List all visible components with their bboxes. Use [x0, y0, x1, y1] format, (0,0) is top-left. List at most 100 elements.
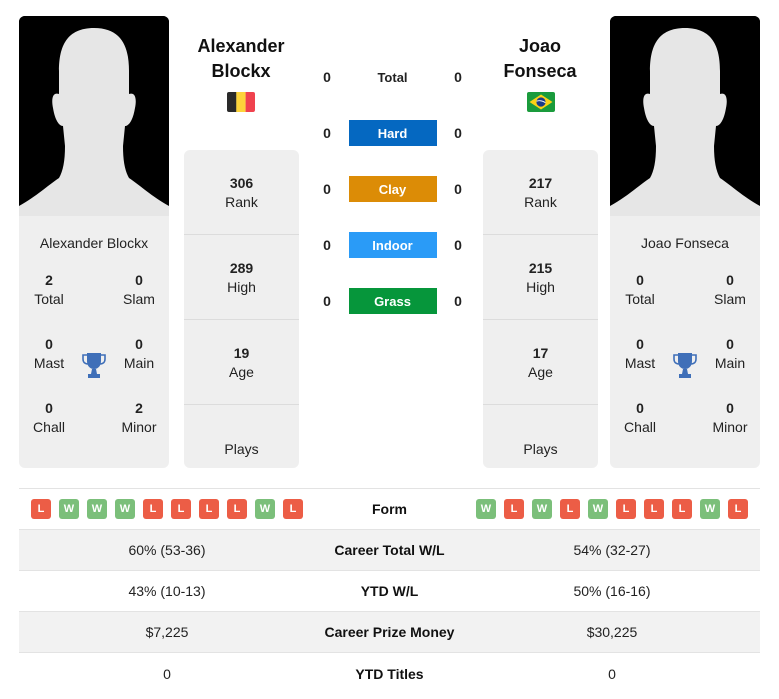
player1-titles-main: 0 Main	[109, 335, 169, 399]
form-badge-win[interactable]: W	[532, 499, 552, 519]
player1-titles-total: 2 Total	[19, 271, 79, 335]
player1-info-card: 306 Rank 289 High 19 Age Plays	[184, 150, 299, 468]
player2-first-name: Joao	[518, 36, 561, 56]
label: Chall	[33, 419, 65, 435]
player1-career-wl: 60% (53-36)	[128, 542, 206, 558]
value: 289	[229, 260, 254, 276]
form-badge-loss[interactable]: L	[616, 499, 636, 519]
player2-titles-slam: 0 Slam	[700, 271, 760, 335]
player1-first-name: Alexander	[197, 36, 285, 56]
player2-profile-card: Joao Fonseca 0 Total 0 Slam 0 Mast 0 Main 0 C…	[610, 16, 760, 468]
form-badge-loss[interactable]: L	[672, 499, 692, 519]
label: Rank	[225, 194, 258, 210]
trophy-icon	[673, 353, 697, 378]
form-badge-loss[interactable]: L	[644, 499, 664, 519]
player1-form: LWWWLLLLWL	[19, 499, 315, 519]
player1-titles-mast: 0 Mast	[19, 335, 79, 399]
player1-full-name: Alexander Blockx	[39, 235, 149, 251]
form-badge-win[interactable]: W	[476, 499, 496, 519]
form-badge-win[interactable]: W	[588, 499, 608, 519]
career-wl-label: Career Total W/L	[334, 542, 445, 558]
value: 215	[528, 260, 553, 276]
h2h-row-grass: 0 Grass 0	[310, 288, 475, 314]
value: 2	[45, 272, 53, 288]
surface-button-grass[interactable]: Grass	[348, 288, 437, 314]
player1-titles-chall: 0 Chall	[19, 399, 79, 463]
form-badge-loss[interactable]: L	[227, 499, 247, 519]
player1-photo[interactable]	[19, 16, 169, 216]
label: Main	[714, 355, 746, 371]
value: 0	[636, 400, 644, 416]
form-badge-loss[interactable]: L	[31, 499, 51, 519]
label: Slam	[123, 291, 155, 307]
form-badge-win[interactable]: W	[700, 499, 720, 519]
value: 0	[726, 400, 734, 416]
player1-h2h-count: 0	[323, 125, 331, 141]
player2-form: WLWLWLLLWL	[464, 499, 760, 519]
player2-name-link[interactable]: Joao Fonseca	[480, 34, 600, 84]
form-badge-loss[interactable]: L	[560, 499, 580, 519]
player2-titles-minor: 0 Minor	[700, 399, 760, 463]
player2-plays: Plays	[483, 405, 598, 468]
player2-h2h-count: 0	[454, 125, 462, 141]
value: 217	[528, 175, 553, 191]
surface-button-indoor[interactable]: Indoor	[348, 232, 437, 258]
surface-button-clay[interactable]: Clay	[348, 176, 437, 202]
player2-h2h-count: 0	[454, 293, 462, 309]
value: 17	[532, 345, 549, 361]
player1-h2h-count: 0	[323, 69, 331, 85]
player2-h2h-count: 0	[454, 181, 462, 197]
form-badge-win[interactable]: W	[255, 499, 275, 519]
player1-rank: 306 Rank	[184, 150, 299, 235]
value: 0	[135, 272, 143, 288]
player1-h2h-count: 0	[323, 237, 331, 253]
player2-titles-main: 0 Main	[700, 335, 760, 399]
silhouette-icon	[610, 16, 760, 216]
player2-ytd-wl: 50% (16-16)	[573, 583, 651, 599]
ytd-wl-row: 43% (10-13) YTD W/L 50% (16-16)	[19, 571, 760, 612]
value: 0	[726, 272, 734, 288]
player1-ytd-titles: 0	[163, 665, 171, 682]
ytd-titles-row: 0 YTD Titles 0	[19, 653, 760, 694]
form-badge-loss[interactable]: L	[283, 499, 303, 519]
player1-name-link[interactable]: Alexander Blockx	[181, 34, 301, 84]
player2-photo[interactable]	[610, 16, 760, 216]
label: Plays	[523, 441, 558, 457]
ytd-titles-label: YTD Titles	[355, 665, 424, 682]
h2h-row-total: 0 Total 0	[310, 64, 475, 90]
form-badge-loss[interactable]: L	[171, 499, 191, 519]
form-badge-loss[interactable]: L	[199, 499, 219, 519]
label: High	[227, 279, 256, 295]
player2-full-name: Joao Fonseca	[641, 235, 729, 251]
label: Slam	[714, 291, 746, 307]
player1-last-name: Blockx	[211, 61, 271, 81]
h2h-row-clay: 0 Clay 0	[310, 176, 475, 202]
form-badge-loss[interactable]: L	[504, 499, 524, 519]
player2-ytd-titles: 0	[608, 665, 616, 682]
player2-h2h-count: 0	[454, 237, 462, 253]
career-wl-row: 60% (53-36) Career Total W/L 54% (32-27)	[19, 530, 760, 571]
player1-titles-minor: 2 Minor	[109, 399, 169, 463]
value: 0	[636, 272, 644, 288]
form-badge-win[interactable]: W	[115, 499, 135, 519]
form-label: Form	[372, 501, 407, 517]
prize-money-label: Career Prize Money	[324, 624, 455, 640]
form-badge-loss[interactable]: L	[728, 499, 748, 519]
h2h-row-indoor: 0 Indoor 0	[310, 232, 475, 258]
label: Plays	[224, 441, 259, 457]
label: Mast	[624, 355, 656, 371]
player2-titles-total: 0 Total	[610, 271, 670, 335]
surface-label-total: Total	[377, 69, 408, 85]
ytd-wl-label: YTD W/L	[360, 583, 419, 599]
silhouette-icon	[19, 16, 169, 216]
value: 0	[726, 336, 734, 352]
form-badge-win[interactable]: W	[87, 499, 107, 519]
player2-titles-chall: 0 Chall	[610, 399, 670, 463]
prize-money-row: $7,225 Career Prize Money $30,225	[19, 612, 760, 653]
label: Minor	[121, 419, 157, 435]
value: 0	[45, 400, 53, 416]
player2-h2h-count: 0	[454, 69, 462, 85]
surface-button-hard[interactable]: Hard	[348, 120, 437, 146]
form-badge-loss[interactable]: L	[143, 499, 163, 519]
form-badge-win[interactable]: W	[59, 499, 79, 519]
